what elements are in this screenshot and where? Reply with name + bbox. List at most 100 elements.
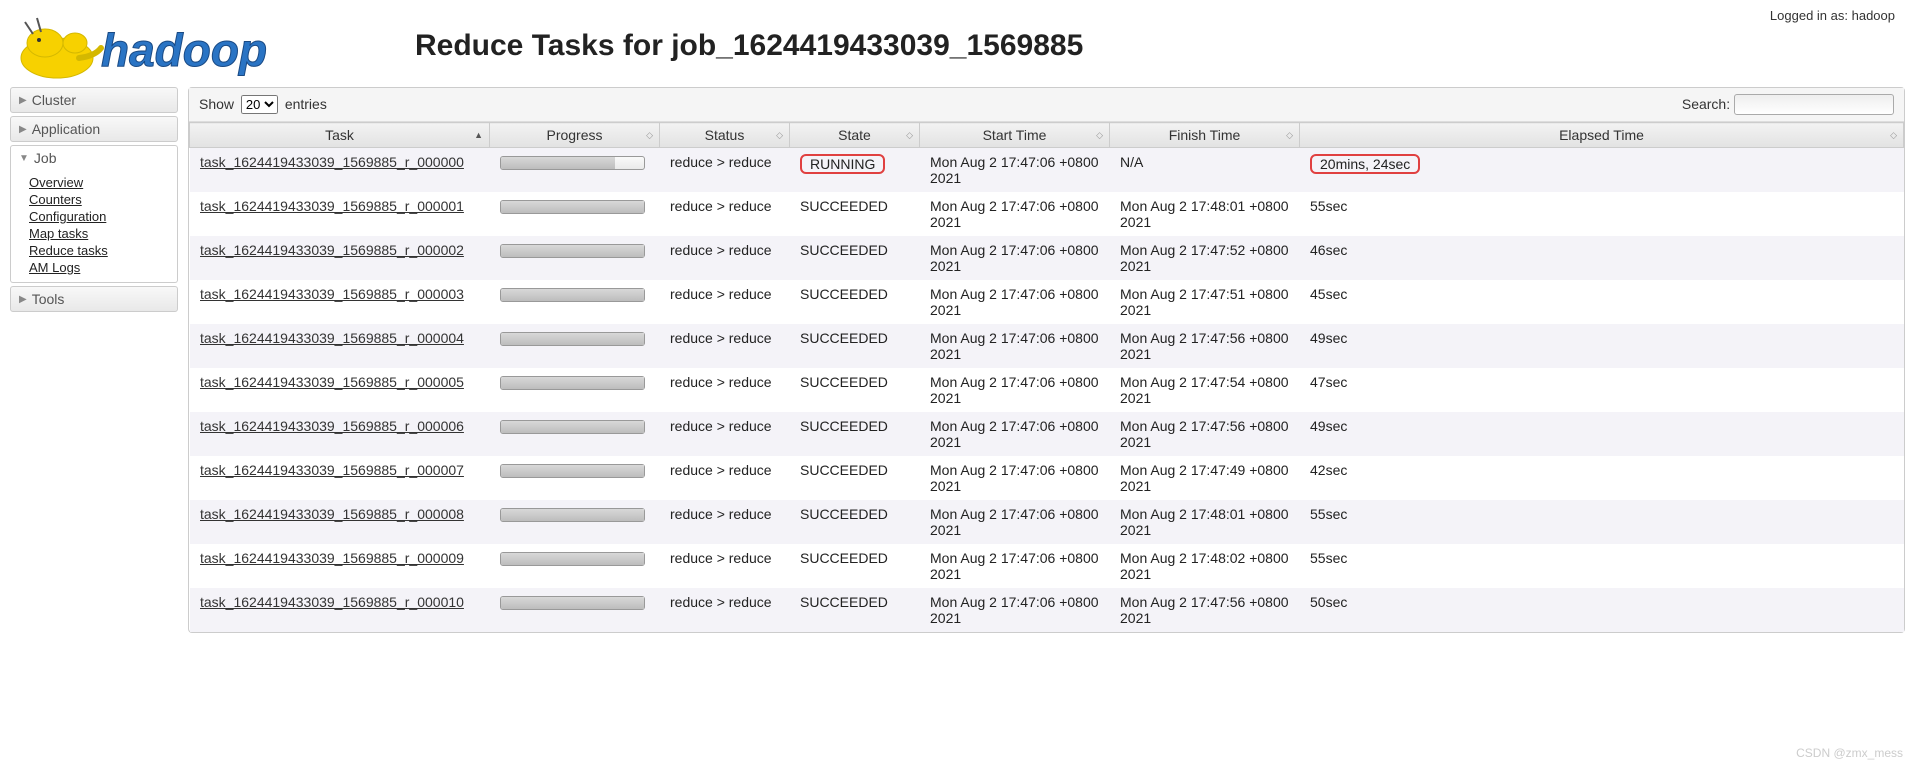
nav-link-reduce-tasks[interactable]: Reduce tasks: [29, 242, 177, 259]
start-time-cell: Mon Aug 2 17:47:06 +0800 2021: [920, 500, 1110, 544]
start-time-cell: Mon Aug 2 17:47:06 +0800 2021: [920, 280, 1110, 324]
task-link[interactable]: task_1624419433039_1569885_r_000010: [200, 594, 464, 610]
finish-time-cell: Mon Aug 2 17:47:56 +0800 2021: [1110, 412, 1300, 456]
col-header-progress[interactable]: Progress◇: [490, 123, 660, 148]
nav-link-overview[interactable]: Overview: [29, 174, 177, 191]
nav-link-counters[interactable]: Counters: [29, 191, 177, 208]
logged-in-label: Logged in as: hadoop: [1770, 8, 1895, 23]
state-cell: RUNNING: [790, 148, 920, 193]
progress-bar: [500, 156, 645, 170]
status-cell: reduce > reduce: [660, 544, 790, 588]
nav-job-submenu: Overview Counters Configuration Map task…: [10, 170, 178, 283]
progress-bar: [500, 288, 645, 302]
elapsed-time-cell: 49sec: [1300, 412, 1904, 456]
elapsed-time-cell: 20mins, 24sec: [1300, 148, 1904, 193]
nav-cluster[interactable]: ▶Cluster: [10, 87, 178, 113]
status-cell: reduce > reduce: [660, 324, 790, 368]
table-row: task_1624419433039_1569885_r_000003 reduc…: [190, 280, 1904, 324]
task-link[interactable]: task_1624419433039_1569885_r_000009: [200, 550, 464, 566]
elapsed-time-cell: 55sec: [1300, 544, 1904, 588]
finish-time-cell: Mon Aug 2 17:47:56 +0800 2021: [1110, 324, 1300, 368]
nav-tools[interactable]: ▶Tools: [10, 286, 178, 312]
nav-link-configuration[interactable]: Configuration: [29, 208, 177, 225]
chevron-right-icon: ▶: [19, 294, 27, 305]
start-time-cell: Mon Aug 2 17:47:06 +0800 2021: [920, 324, 1110, 368]
state-cell: SUCCEEDED: [790, 544, 920, 588]
nav-link-am-logs[interactable]: AM Logs: [29, 259, 177, 276]
status-cell: reduce > reduce: [660, 456, 790, 500]
state-cell: SUCCEEDED: [790, 500, 920, 544]
elapsed-time-cell: 46sec: [1300, 236, 1904, 280]
state-cell: SUCCEEDED: [790, 588, 920, 632]
progress-bar: [500, 464, 645, 478]
progress-bar: [500, 332, 645, 346]
table-row: task_1624419433039_1569885_r_000002 reduc…: [190, 236, 1904, 280]
task-link[interactable]: task_1624419433039_1569885_r_000007: [200, 462, 464, 478]
state-cell: SUCCEEDED: [790, 412, 920, 456]
task-link[interactable]: task_1624419433039_1569885_r_000008: [200, 506, 464, 522]
state-cell: SUCCEEDED: [790, 456, 920, 500]
elapsed-time-cell: 45sec: [1300, 280, 1904, 324]
task-link[interactable]: task_1624419433039_1569885_r_000001: [200, 198, 464, 214]
status-cell: reduce > reduce: [660, 280, 790, 324]
table-row: task_1624419433039_1569885_r_000009 reduc…: [190, 544, 1904, 588]
content-panel: Show 20 entries Search: Task▲ Progress◇ …: [188, 87, 1905, 633]
task-link[interactable]: task_1624419433039_1569885_r_000000: [200, 154, 464, 170]
task-link[interactable]: task_1624419433039_1569885_r_000002: [200, 242, 464, 258]
col-header-status[interactable]: Status◇: [660, 123, 790, 148]
page-size-control: Show 20 entries: [199, 95, 327, 114]
task-link[interactable]: task_1624419433039_1569885_r_000006: [200, 418, 464, 434]
sidebar: ▶Cluster ▶Application ▼Job Overview Coun…: [10, 87, 188, 633]
state-cell: SUCCEEDED: [790, 236, 920, 280]
progress-bar: [500, 552, 645, 566]
chevron-right-icon: ▶: [19, 124, 27, 135]
finish-time-cell: Mon Aug 2 17:47:56 +0800 2021: [1110, 588, 1300, 632]
nav-link-map-tasks[interactable]: Map tasks: [29, 225, 177, 242]
progress-bar: [500, 596, 645, 610]
progress-bar: [500, 200, 645, 214]
progress-bar: [500, 376, 645, 390]
table-row: task_1624419433039_1569885_r_000006 reduc…: [190, 412, 1904, 456]
start-time-cell: Mon Aug 2 17:47:06 +0800 2021: [920, 192, 1110, 236]
status-cell: reduce > reduce: [660, 192, 790, 236]
status-cell: reduce > reduce: [660, 412, 790, 456]
task-link[interactable]: task_1624419433039_1569885_r_000003: [200, 286, 464, 302]
progress-bar: [500, 244, 645, 258]
table-row: task_1624419433039_1569885_r_000008reduc…: [190, 500, 1904, 544]
finish-time-cell: Mon Aug 2 17:47:49 +0800 2021: [1110, 456, 1300, 500]
col-header-elapsed-time[interactable]: Elapsed Time◇: [1300, 123, 1904, 148]
col-header-start-time[interactable]: Start Time◇: [920, 123, 1110, 148]
start-time-cell: Mon Aug 2 17:47:06 +0800 2021: [920, 412, 1110, 456]
col-header-state[interactable]: State◇: [790, 123, 920, 148]
progress-bar: [500, 420, 645, 434]
finish-time-cell: Mon Aug 2 17:47:52 +0800 2021: [1110, 236, 1300, 280]
page-title: Reduce Tasks for job_1624419433039_15698…: [415, 29, 1083, 63]
elapsed-time-cell: 42sec: [1300, 456, 1904, 500]
state-cell: SUCCEEDED: [790, 192, 920, 236]
start-time-cell: Mon Aug 2 17:47:06 +0800 2021: [920, 148, 1110, 193]
nav-application[interactable]: ▶Application: [10, 116, 178, 142]
elapsed-time-cell: 49sec: [1300, 324, 1904, 368]
table-row: task_1624419433039_1569885_r_000007 reduc…: [190, 456, 1904, 500]
table-row: task_1624419433039_1569885_r_000010reduc…: [190, 588, 1904, 632]
col-header-task[interactable]: Task▲: [190, 123, 490, 148]
task-link[interactable]: task_1624419433039_1569885_r_000005: [200, 374, 464, 390]
status-cell: reduce > reduce: [660, 148, 790, 193]
start-time-cell: Mon Aug 2 17:47:06 +0800 2021: [920, 368, 1110, 412]
table-row: task_1624419433039_1569885_r_000004 reduc…: [190, 324, 1904, 368]
page-size-select[interactable]: 20: [241, 95, 278, 114]
chevron-right-icon: ▶: [19, 95, 27, 106]
start-time-cell: Mon Aug 2 17:47:06 +0800 2021: [920, 236, 1110, 280]
col-header-finish-time[interactable]: Finish Time◇: [1110, 123, 1300, 148]
finish-time-cell: Mon Aug 2 17:48:02 +0800 2021: [1110, 544, 1300, 588]
start-time-cell: Mon Aug 2 17:47:06 +0800 2021: [920, 544, 1110, 588]
chevron-down-icon: ▼: [19, 153, 29, 164]
status-cell: reduce > reduce: [660, 368, 790, 412]
state-cell: SUCCEEDED: [790, 368, 920, 412]
nav-job[interactable]: ▼Job: [10, 145, 178, 170]
finish-time-cell: Mon Aug 2 17:47:51 +0800 2021: [1110, 280, 1300, 324]
status-cell: reduce > reduce: [660, 236, 790, 280]
search-input[interactable]: [1734, 94, 1894, 115]
task-link[interactable]: task_1624419433039_1569885_r_000004: [200, 330, 464, 346]
finish-time-cell: Mon Aug 2 17:48:01 +0800 2021: [1110, 500, 1300, 544]
